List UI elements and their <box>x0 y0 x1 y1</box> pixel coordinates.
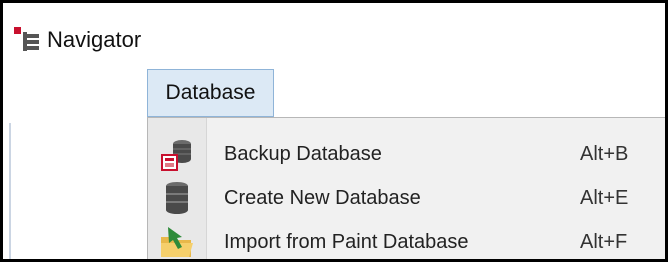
menu-item-shortcut: Alt+B <box>580 142 629 165</box>
panel-divider <box>9 123 11 259</box>
menu-item-create-new-database[interactable]: Create New Database Alt+E <box>148 176 665 220</box>
menu-item-import-from-paint-database[interactable]: Import from Paint Database Alt+F <box>148 220 665 259</box>
menu-item-label: Create New Database <box>224 186 421 209</box>
import-folder-icon <box>158 223 196 259</box>
database-icon <box>158 179 196 217</box>
menu-item-shortcut: Alt+E <box>580 186 629 209</box>
backup-database-icon <box>158 135 196 173</box>
navigator-header: Navigator <box>13 23 141 57</box>
menu-item-label: Backup Database <box>224 142 382 165</box>
menu-item-label: Import from Paint Database <box>224 230 469 253</box>
navigator-tree-icon <box>13 25 43 55</box>
window-frame: Navigator Database Backup Database Alt+B… <box>0 0 668 262</box>
menu-database[interactable]: Database <box>147 69 274 117</box>
navigator-title: Navigator <box>47 27 142 52</box>
menu-database-label: Database <box>165 81 256 104</box>
menu-item-backup-database[interactable]: Backup Database Alt+B <box>148 132 665 176</box>
menu-item-shortcut: Alt+F <box>580 230 628 253</box>
database-dropdown-menu: Backup Database Alt+B Create New Databas… <box>147 117 665 259</box>
